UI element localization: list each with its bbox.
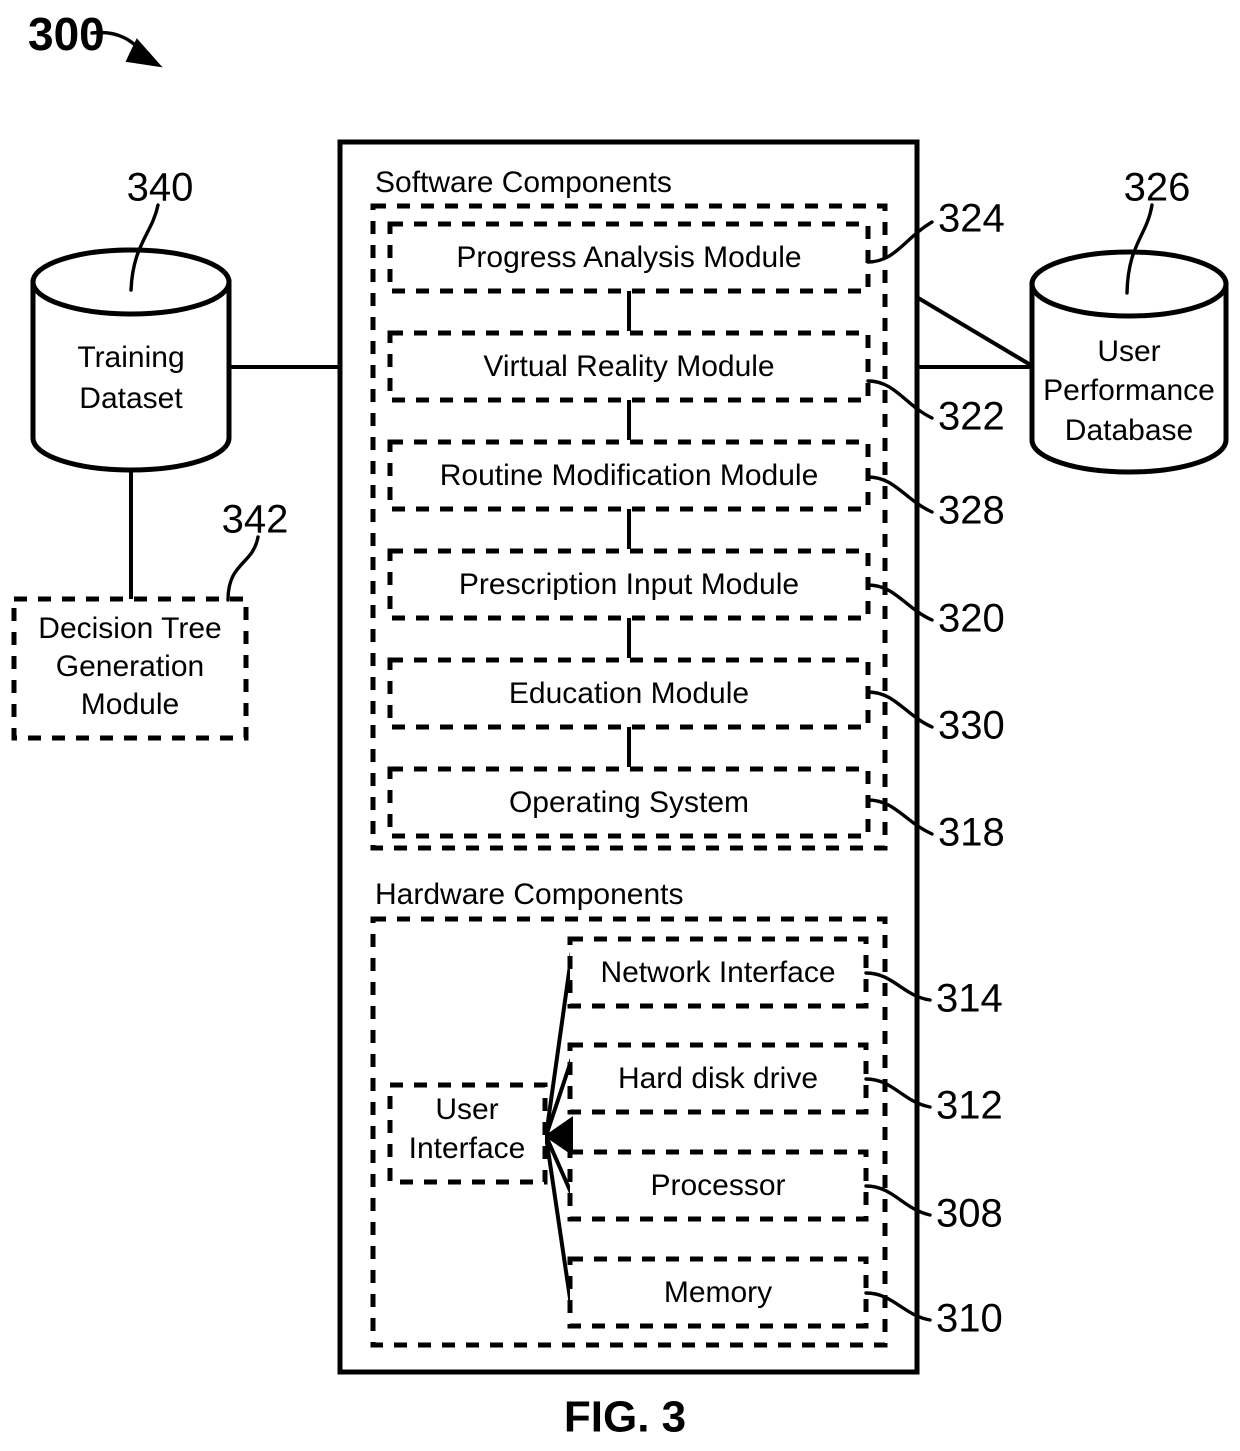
user-performance-database-label-line1: User <box>1097 335 1160 368</box>
patent-figure-300: 300 Software Components Progress Analysi… <box>0 0 1240 1451</box>
ref-number-312: 312 <box>936 1084 1003 1128</box>
ref-number-342: 342 <box>222 498 289 542</box>
hardware-section-heading: Hardware Components <box>375 878 683 911</box>
diagram-canvas: 300 Software Components Progress Analysi… <box>11 8 1229 1442</box>
leader-line-342 <box>226 535 260 602</box>
ref-number-318: 318 <box>938 811 1005 855</box>
ref-number-326: 326 <box>1124 166 1191 210</box>
hardware-label-processor: Processor <box>650 1169 785 1202</box>
decision-tree-label-line2: Generation <box>56 650 204 683</box>
ref-number-310: 310 <box>936 1297 1003 1341</box>
ref-number-320: 320 <box>938 597 1005 641</box>
training-dataset-label-line2: Dataset <box>79 382 183 415</box>
module-label-progress-analysis: Progress Analysis Module <box>456 241 801 274</box>
hardware-label-hard-disk-drive: Hard disk drive <box>618 1062 818 1095</box>
module-label-virtual-reality: Virtual Reality Module <box>483 350 774 383</box>
module-label-prescription-input: Prescription Input Module <box>459 568 799 601</box>
figure-caption: FIG. 3 <box>564 1393 686 1442</box>
user-performance-database-label-line2: Performance <box>1043 374 1215 407</box>
module-label-routine-modification: Routine Modification Module <box>440 459 819 492</box>
ref-number-328: 328 <box>938 489 1005 533</box>
ref-number-340: 340 <box>127 166 194 210</box>
decision-tree-label-line3: Module <box>81 688 179 721</box>
hardware-label-network-interface: Network Interface <box>600 956 835 989</box>
module-label-education: Education Module <box>509 677 749 710</box>
hardware-label-user-interface-line2: Interface <box>409 1132 526 1165</box>
software-section-heading: Software Components <box>375 166 672 199</box>
ref-number-330: 330 <box>938 704 1005 748</box>
ref-number-308: 308 <box>936 1192 1003 1236</box>
ref-number-322: 322 <box>938 395 1005 439</box>
decision-tree-label-line1: Decision Tree <box>38 612 221 645</box>
hardware-label-memory: Memory <box>664 1276 772 1309</box>
hardware-label-user-interface-line1: User <box>435 1093 498 1126</box>
module-label-operating-system: Operating System <box>509 786 749 819</box>
training-dataset-label-line1: Training <box>77 341 184 374</box>
ref-number-324: 324 <box>938 197 1005 241</box>
ref-number-314: 314 <box>936 977 1003 1021</box>
user-performance-database-label-line3: Database <box>1065 414 1193 447</box>
